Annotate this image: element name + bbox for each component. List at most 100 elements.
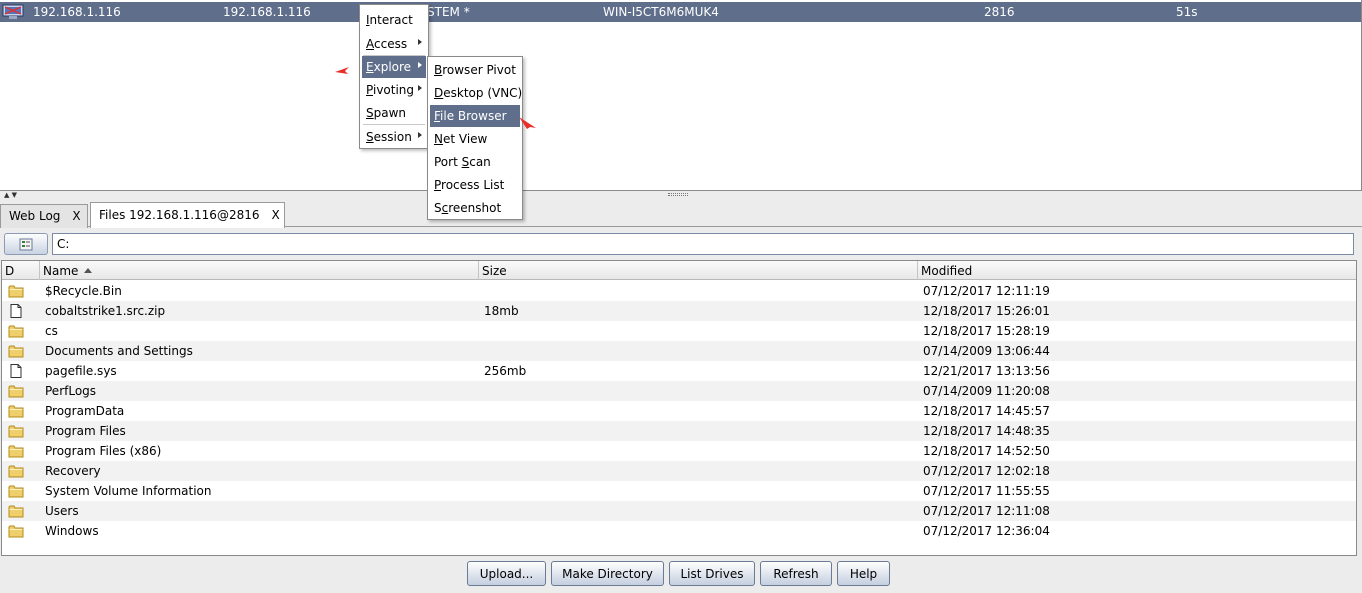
help-button[interactable]: Help — [837, 561, 890, 586]
file-modified: 07/12/2017 12:11:19 — [923, 284, 1050, 298]
column-label: Modified — [921, 264, 973, 278]
menu-item-label: esktop (VNC) — [443, 86, 523, 100]
close-icon[interactable]: X — [72, 209, 80, 223]
menu-item-label: rowser Pivot — [442, 63, 516, 77]
column-header-size[interactable]: Size — [479, 261, 918, 280]
file-name: Documents and Settings — [45, 344, 193, 358]
splitter-arrows-icon[interactable]: ▲ ▼ — [4, 192, 17, 199]
menu-item-prefix: Port — [434, 155, 462, 169]
menu-item-access[interactable]: Access — [362, 33, 426, 55]
table-header: D Name Size Modified — [2, 261, 1356, 280]
folder-icon — [8, 285, 24, 298]
file-name: Recovery — [45, 464, 101, 478]
splitter-grip[interactable] — [668, 193, 688, 196]
table-row[interactable]: System Volume Information 07/12/2017 11:5… — [2, 481, 1356, 501]
file-name: cs — [45, 324, 58, 338]
computer-session-icon — [2, 4, 24, 19]
tab-web-log[interactable]: Web Log X — [0, 204, 88, 228]
menu-item-net-view[interactable]: Net View — [430, 128, 520, 150]
folder-icon — [8, 405, 24, 418]
file-modified: 07/12/2017 11:55:55 — [923, 484, 1050, 498]
file-modified: 07/12/2017 12:36:04 — [923, 524, 1050, 538]
menu-item-label: ccess — [374, 37, 408, 51]
menu-separator — [363, 124, 425, 125]
menu-item-file-browser[interactable]: File Browser — [430, 105, 520, 127]
menu-item-desktop-vnc[interactable]: Desktop (VNC) — [430, 82, 523, 104]
menu-item-label: can — [469, 155, 491, 169]
session-computer: WIN-I5CT6M6MUK4 — [603, 5, 719, 19]
mnemonic: D — [434, 86, 444, 100]
column-header-d[interactable]: D — [2, 261, 40, 280]
session-row[interactable]: 192.168.1.116 192.168.1.116 STEM * WIN-I… — [0, 2, 1361, 22]
menu-item-screenshot[interactable]: Screenshot — [430, 197, 520, 219]
menu-item-explore[interactable]: Explore — [362, 56, 426, 78]
path-input[interactable] — [52, 233, 1354, 255]
file-name: System Volume Information — [45, 484, 212, 498]
table-row[interactable]: Documents and Settings 07/14/2009 13:06:4… — [2, 341, 1356, 361]
session-last: 51s — [1176, 5, 1198, 19]
table-row[interactable]: cobaltstrike1.src.zip 18mb 12/18/2017 15:2… — [2, 301, 1356, 321]
refresh-button[interactable]: Refresh — [760, 561, 832, 586]
file-name: cobaltstrike1.src.zip — [45, 304, 166, 318]
menu-item-prefix: S — [434, 201, 442, 215]
menu-item-label: ession — [373, 130, 412, 144]
table-row[interactable]: Recovery 07/12/2017 12:02:18 — [2, 461, 1356, 481]
tab-files[interactable]: Files 192.168.1.116@2816 X — [90, 202, 285, 228]
explore-submenu: Browser Pivot Desktop (VNC) File Browser Ne… — [427, 56, 523, 220]
table-row[interactable]: $Recycle.Bin 07/12/2017 12:11:19 — [2, 281, 1356, 301]
column-header-modified[interactable]: Modified — [918, 261, 1356, 280]
sessions-pane: 192.168.1.116 192.168.1.116 STEM * WIN-I… — [0, 0, 1362, 191]
close-icon[interactable]: X — [271, 208, 279, 222]
file-size: 256mb — [484, 364, 527, 378]
list-drives-button[interactable]: List Drives — [669, 561, 755, 586]
session-user: STEM * — [427, 5, 470, 19]
file-icon — [10, 364, 22, 378]
menu-item-session[interactable]: Session — [362, 126, 426, 148]
file-modified: 12/18/2017 14:45:57 — [923, 404, 1050, 418]
table-body: $Recycle.Bin 07/12/2017 12:11:19 cobaltstr… — [2, 281, 1356, 541]
table-row[interactable]: Program Files 12/18/2017 14:48:35 — [2, 421, 1356, 441]
folder-icon — [8, 485, 24, 498]
file-modified: 12/18/2017 15:28:19 — [923, 324, 1050, 338]
parent-directory-button[interactable] — [4, 233, 48, 255]
upload-button[interactable]: Upload... — [467, 561, 546, 586]
file-modified: 07/14/2009 13:06:44 — [923, 344, 1050, 358]
tab-label: Files 192.168.1.116@2816 — [99, 208, 260, 222]
table-row[interactable]: cs 12/18/2017 15:28:19 — [2, 321, 1356, 341]
sort-ascending-icon — [84, 268, 93, 273]
file-name: PerfLogs — [45, 384, 97, 398]
menu-item-interact[interactable]: Interact — [362, 9, 426, 31]
annotation-arrow-icon — [335, 67, 349, 74]
mnemonic: A — [366, 37, 374, 51]
table-row[interactable]: pagefile.sys 256mb 12/21/2017 13:13:56 — [2, 361, 1356, 381]
make-directory-button[interactable]: Make Directory — [551, 561, 664, 586]
submenu-arrow-icon — [418, 62, 422, 68]
menu-item-port-scan[interactable]: Port Scan — [430, 151, 520, 173]
menu-item-spawn[interactable]: Spawn — [362, 102, 426, 124]
folder-icon — [8, 345, 24, 358]
file-modified: 12/18/2017 14:48:35 — [923, 424, 1050, 438]
folder-icon — [8, 465, 24, 478]
table-row[interactable]: Users 07/12/2017 12:11:08 — [2, 501, 1356, 521]
menu-item-pivoting[interactable]: Pivoting — [362, 79, 426, 101]
column-header-name[interactable]: Name — [40, 261, 479, 280]
table-row[interactable]: Program Files (x86) 12/18/2017 14:52:50 — [2, 441, 1356, 461]
file-modified: 12/21/2017 13:13:56 — [923, 364, 1050, 378]
table-row[interactable]: PerfLogs 07/14/2009 11:20:08 — [2, 381, 1356, 401]
submenu-arrow-icon — [418, 85, 422, 91]
mnemonic: P — [434, 178, 442, 192]
file-modified: 12/18/2017 15:26:01 — [923, 304, 1050, 318]
table-row[interactable]: ProgramData 12/18/2017 14:45:57 — [2, 401, 1356, 421]
mnemonic: S — [366, 106, 374, 120]
session-pid: 2816 — [984, 5, 1015, 19]
file-name: pagefile.sys — [45, 364, 117, 378]
file-name: Users — [45, 504, 79, 518]
file-name: Windows — [45, 524, 99, 538]
menu-item-process-list[interactable]: Process List — [430, 174, 520, 196]
mnemonic: P — [366, 83, 373, 97]
menu-item-label: pawn — [373, 106, 407, 120]
table-row[interactable]: Windows 07/12/2017 12:36:04 — [2, 521, 1356, 541]
file-modified: 07/12/2017 12:02:18 — [923, 464, 1050, 478]
tab-bar: Web Log X Files 192.168.1.116@2816 X — [0, 202, 1362, 228]
menu-item-browser-pivot[interactable]: Browser Pivot — [430, 59, 520, 81]
